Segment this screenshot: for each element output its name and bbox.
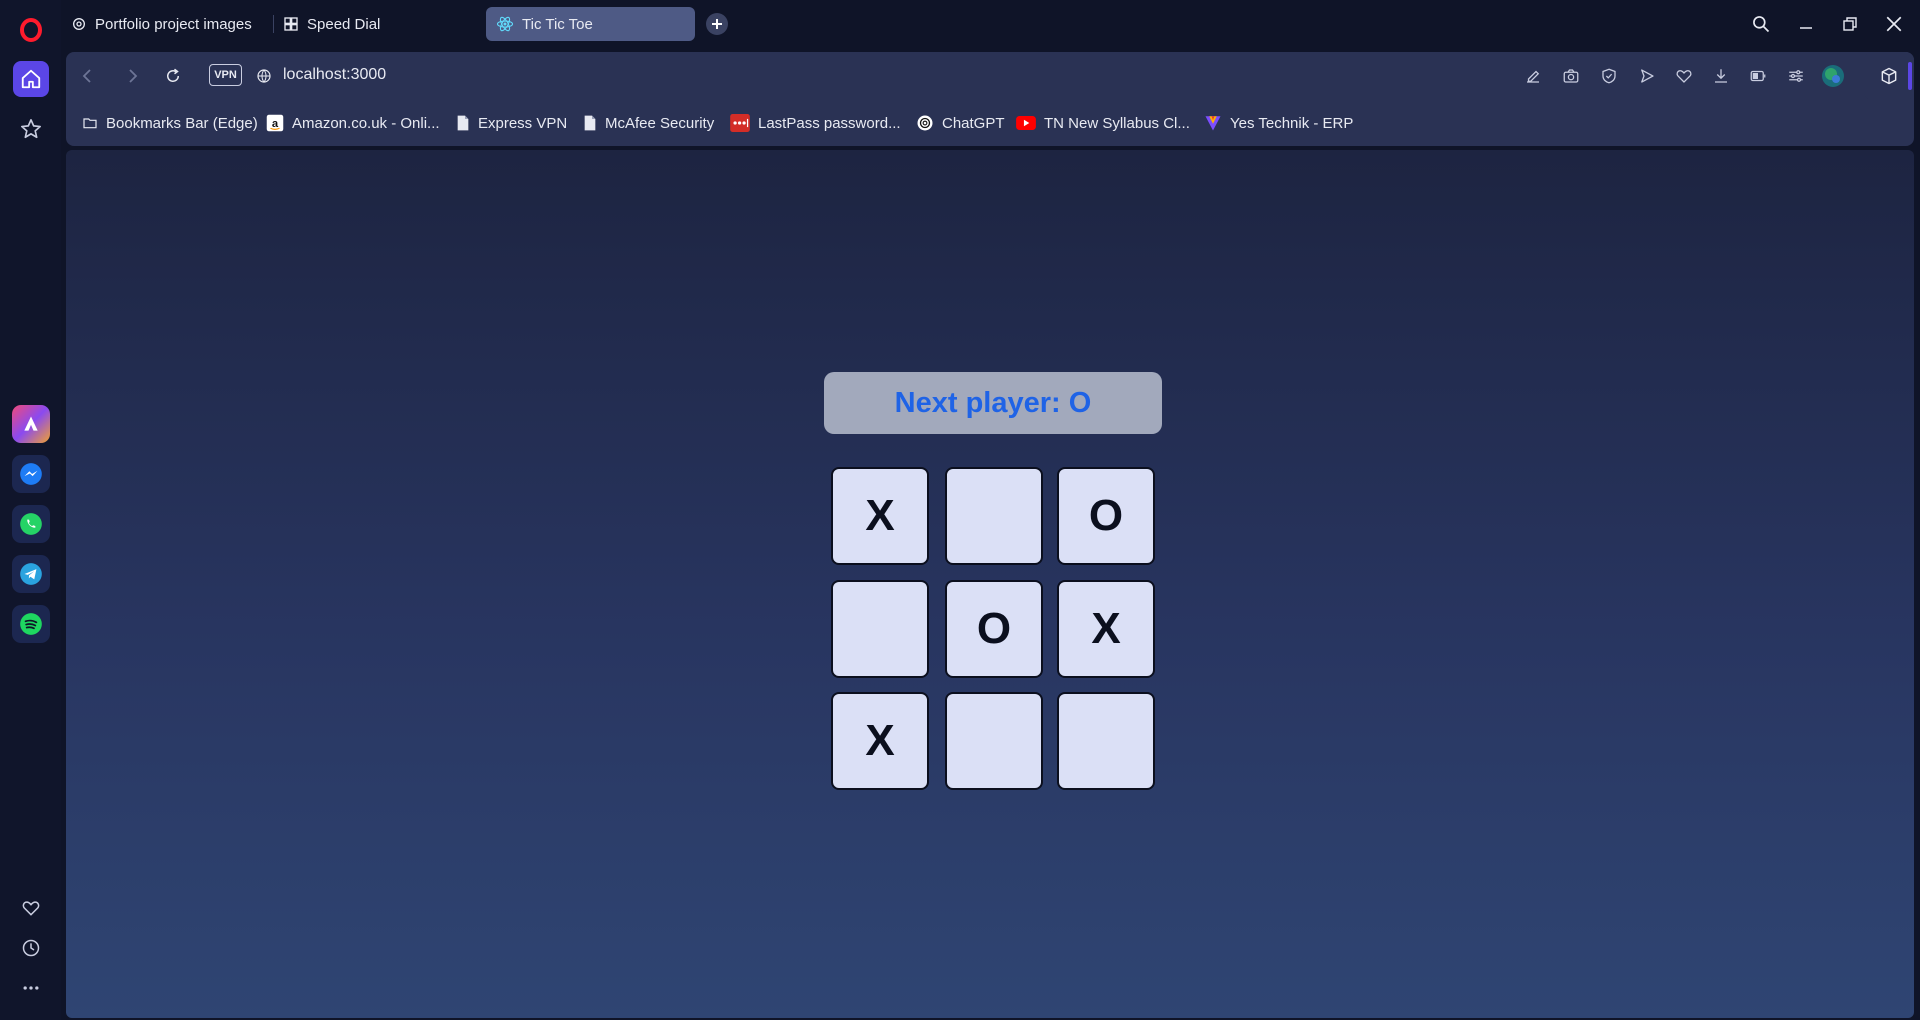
restore-icon xyxy=(1843,17,1857,31)
heart-icon[interactable] xyxy=(1672,64,1696,88)
aria-icon[interactable] xyxy=(12,405,50,443)
board-cell[interactable]: X xyxy=(831,692,929,790)
bookmark-lastpass[interactable]: LastPass password... xyxy=(730,112,901,134)
lastpass-icon xyxy=(730,114,750,132)
page-viewport: Next player: O X O O X X xyxy=(66,150,1914,1018)
board-cell[interactable] xyxy=(945,467,1043,565)
chatgpt-icon xyxy=(916,114,934,132)
bookmark-edge-folder[interactable]: Bookmarks Bar (Edge) xyxy=(82,112,258,134)
search-tabs-button[interactable] xyxy=(1744,8,1778,40)
new-tab-button[interactable] xyxy=(706,13,728,35)
history-icon[interactable] xyxy=(13,930,49,966)
game-board: X O O X X xyxy=(831,467,1159,795)
svg-text:a: a xyxy=(272,118,279,130)
board-cell[interactable]: O xyxy=(945,580,1043,678)
chatgpt-icon xyxy=(71,16,87,32)
page-icon xyxy=(456,115,470,131)
tab-title: Speed Dial xyxy=(307,15,381,33)
minimize-icon xyxy=(1800,27,1812,29)
close-window-button[interactable] xyxy=(1877,8,1911,40)
url-field[interactable]: localhost:3000 xyxy=(283,66,386,84)
board-cell[interactable] xyxy=(831,580,929,678)
bookmark-label: Bookmarks Bar (Edge) xyxy=(106,114,258,132)
home-icon[interactable] xyxy=(13,61,49,97)
vpn-badge[interactable]: VPN xyxy=(209,64,242,86)
shield-icon[interactable] xyxy=(1597,64,1621,88)
tab-title: Tic Tic Toe xyxy=(522,15,593,33)
tab-portfolio[interactable]: Portfolio project images xyxy=(61,7,261,41)
messenger-icon[interactable] xyxy=(12,455,50,493)
site-info-button[interactable] xyxy=(250,62,278,90)
bookmark-yes-technik[interactable]: Yes Technik - ERP xyxy=(1204,112,1353,134)
profile-avatar-icon[interactable] xyxy=(1821,64,1845,88)
opera-sidebar xyxy=(0,0,61,1020)
send-icon[interactable] xyxy=(1635,64,1659,88)
whatsapp-icon[interactable] xyxy=(12,505,50,543)
globe-icon xyxy=(257,69,271,83)
tab-tic-tic-toe[interactable]: Tic Tic Toe xyxy=(486,7,695,41)
reload-icon xyxy=(167,68,180,82)
cube-icon xyxy=(1881,67,1897,85)
extensions-button[interactable] xyxy=(1864,52,1914,100)
bookmark-label: McAfee Security xyxy=(605,114,715,132)
camera-icon[interactable] xyxy=(1559,64,1583,88)
opera-logo-icon[interactable] xyxy=(13,12,49,48)
bookmark-chatgpt[interactable]: ChatGPT xyxy=(916,112,1005,134)
spotify-icon[interactable] xyxy=(12,605,50,643)
edit-icon[interactable] xyxy=(1521,64,1545,88)
battery-saver-icon[interactable] xyxy=(1746,64,1770,88)
bookmark-mcafee[interactable]: McAfee Security xyxy=(583,112,714,134)
folder-icon xyxy=(82,115,98,131)
tab-title: Portfolio project images xyxy=(95,15,252,33)
restore-button[interactable] xyxy=(1833,8,1867,40)
bookmark-label: Yes Technik - ERP xyxy=(1230,114,1354,132)
heart-icon[interactable] xyxy=(13,890,49,926)
download-icon[interactable] xyxy=(1709,64,1733,88)
youtube-icon xyxy=(1016,116,1036,130)
vuetify-icon xyxy=(1204,114,1222,132)
tab-strip: Portfolio project images Speed Dial Tic … xyxy=(61,0,1920,47)
close-icon xyxy=(1886,16,1902,32)
board-cell[interactable] xyxy=(945,692,1043,790)
forward-button[interactable] xyxy=(118,62,146,90)
reload-button[interactable] xyxy=(159,62,187,90)
settings-sliders-icon[interactable] xyxy=(1784,64,1808,88)
search-icon xyxy=(1753,16,1770,33)
telegram-icon[interactable] xyxy=(12,555,50,593)
amazon-icon: a xyxy=(266,114,284,132)
board-cell[interactable]: X xyxy=(1057,580,1155,678)
bookmark-express-vpn[interactable]: Express VPN xyxy=(456,112,567,134)
board-cell[interactable] xyxy=(1057,692,1155,790)
page-icon xyxy=(583,115,597,131)
more-icon[interactable] xyxy=(13,970,49,1006)
tab-speed-dial[interactable]: Speed Dial xyxy=(273,7,473,41)
bookmark-label: ChatGPT xyxy=(942,114,1005,132)
react-icon xyxy=(496,15,514,33)
bookmark-label: LastPass password... xyxy=(758,114,901,132)
bookmark-label: Amazon.co.uk - Onli... xyxy=(292,114,440,132)
board-cell[interactable]: X xyxy=(831,467,929,565)
board-cell[interactable]: O xyxy=(1057,467,1155,565)
address-bar-row: VPN localhost:3000 xyxy=(66,52,1914,100)
game-status: Next player: O xyxy=(824,372,1162,434)
bookmark-tn-syllabus[interactable]: TN New Syllabus Cl... xyxy=(1016,112,1190,134)
bookmark-amazon[interactable]: a Amazon.co.uk - Onli... xyxy=(266,112,440,134)
back-icon xyxy=(82,69,91,83)
bookmarks-bar: Bookmarks Bar (Edge) a Amazon.co.uk - On… xyxy=(66,100,1914,146)
sidebar-accent-bar xyxy=(1908,62,1912,90)
plus-icon xyxy=(712,19,722,29)
forward-icon xyxy=(129,69,138,83)
back-button[interactable] xyxy=(74,62,102,90)
bookmark-label: TN New Syllabus Cl... xyxy=(1044,114,1190,132)
bookmark-label: Express VPN xyxy=(478,114,568,132)
star-icon[interactable] xyxy=(13,111,49,147)
grid-icon xyxy=(283,16,299,32)
minimize-button[interactable] xyxy=(1789,8,1823,40)
